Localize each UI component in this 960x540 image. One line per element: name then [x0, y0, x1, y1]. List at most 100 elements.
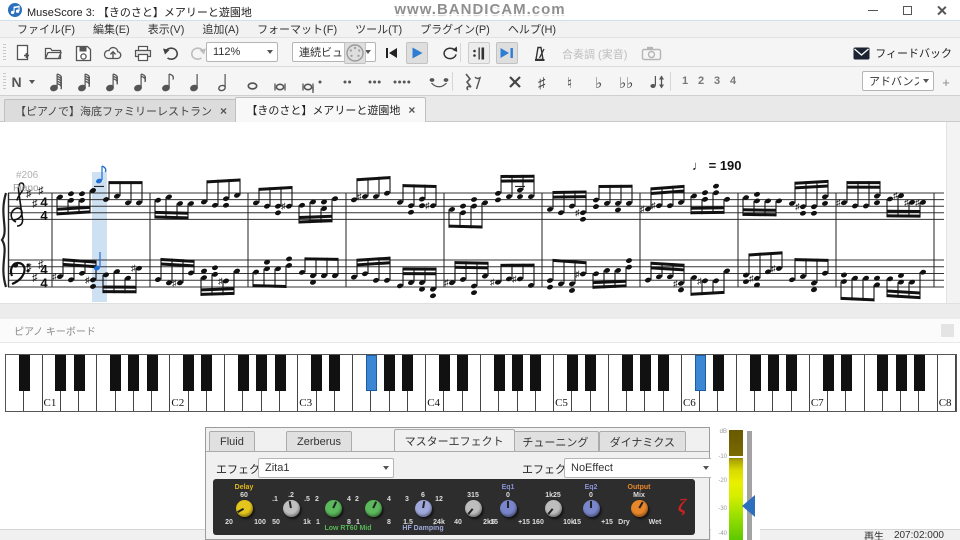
- tab-close-icon[interactable]: ×: [220, 104, 227, 118]
- piano-key-A#2[interactable]: [274, 355, 286, 391]
- duration-16th-icon[interactable]: [130, 71, 152, 93]
- piano-key-G#1[interactable]: [128, 355, 140, 391]
- toolbar-drag-handle[interactable]: [3, 73, 6, 90]
- flat-icon[interactable]: ♭: [588, 71, 610, 93]
- piano-key-F#5[interactable]: [621, 355, 633, 391]
- note-input-button[interactable]: N: [8, 71, 42, 93]
- effect-a-select[interactable]: Zita1: [258, 458, 394, 478]
- piano-key-D#5[interactable]: [585, 355, 597, 391]
- add-workspace-button[interactable]: +: [938, 71, 954, 93]
- menu-item[interactable]: ファイル(F): [8, 21, 84, 37]
- dry-wet-mix-knob[interactable]: [630, 500, 648, 517]
- piano-key-F#7[interactable]: [877, 355, 889, 391]
- volume-slider-handle[interactable]: [742, 495, 755, 517]
- voice-3-button[interactable]: 3: [710, 75, 724, 87]
- piano-key-D#6[interactable]: [713, 355, 724, 391]
- play-repeats-button[interactable]: [468, 42, 490, 64]
- print-icon[interactable]: [132, 42, 154, 64]
- augmentation-dot-1-icon[interactable]: [316, 71, 338, 93]
- menu-item[interactable]: ヘルプ(H): [499, 21, 565, 37]
- piano-key-A#1[interactable]: [146, 355, 158, 391]
- piano-key-C#7[interactable]: [822, 355, 834, 391]
- duration-64th-icon[interactable]: [74, 71, 96, 93]
- pan-score-button[interactable]: [496, 42, 518, 64]
- synth-tab[interactable]: ダイナミクス: [598, 431, 687, 451]
- duration-128th-icon[interactable]: [46, 71, 68, 93]
- delay-knob[interactable]: [235, 500, 253, 517]
- piano-key-G#6[interactable]: [767, 355, 779, 391]
- piano-key-G#7[interactable]: [895, 355, 907, 391]
- sharp-icon[interactable]: ♯: [532, 71, 554, 93]
- piano-key-G#5[interactable]: [639, 355, 651, 391]
- piano-key-C#5[interactable]: [566, 355, 578, 391]
- duration-eighth-icon[interactable]: [158, 71, 180, 93]
- loop-button[interactable]: [438, 42, 460, 64]
- piano-key-C#1[interactable]: [55, 355, 67, 391]
- voice-4-button[interactable]: 4: [726, 75, 740, 87]
- augmentation-dot-3-icon[interactable]: [366, 71, 388, 93]
- maximize-button[interactable]: [892, 0, 922, 20]
- workspace-select[interactable]: アドバンス: [862, 71, 934, 91]
- double-flat-icon[interactable]: ♭♭: [616, 71, 638, 93]
- metronome-button[interactable]: [528, 42, 550, 64]
- piano-key-G#3[interactable]: [384, 355, 396, 391]
- score-canvas[interactable]: ♯♯♯♯♯♯4444#206Piano♩ = 190♯ ♯♯♯ ♯♯♯♯♯ ♯ ♯♯♯♯…: [0, 122, 946, 303]
- zoom-select[interactable]: 112%: [206, 42, 278, 62]
- augmentation-dot-4-icon[interactable]: [391, 71, 413, 93]
- tab-close-icon[interactable]: ×: [408, 103, 415, 117]
- menu-item[interactable]: フォーマット(F): [248, 21, 346, 37]
- eq2-gain-knob[interactable]: [582, 500, 600, 517]
- hf-damping-knob[interactable]: [414, 500, 432, 517]
- piano-key-D#4[interactable]: [457, 355, 469, 391]
- piano-key-F#3[interactable]: [365, 355, 377, 391]
- piano-key-G#4[interactable]: [512, 355, 524, 391]
- piano-key-A#5[interactable]: [658, 355, 670, 391]
- document-tab[interactable]: 【ピアノで】海底ファミリーレストラン ×: [4, 99, 239, 122]
- feedback-button[interactable]: フィードバック: [853, 42, 952, 64]
- piano-key-D#3[interactable]: [329, 355, 341, 391]
- toolbar-drag-handle[interactable]: [3, 44, 6, 61]
- new-score-icon[interactable]: [12, 42, 34, 64]
- redo-icon[interactable]: [186, 42, 208, 64]
- duration-quarter-icon[interactable]: [186, 71, 208, 93]
- menu-item[interactable]: プラグイン(P): [411, 21, 499, 37]
- rewind-button[interactable]: [380, 42, 402, 64]
- menu-item[interactable]: 追加(A): [193, 21, 248, 37]
- piano-key-F#6[interactable]: [749, 355, 761, 391]
- undo-icon[interactable]: [160, 42, 182, 64]
- duration-whole-icon[interactable]: [242, 71, 264, 93]
- document-tab-active[interactable]: 【きのさと】メアリーと遊園地 ×: [235, 97, 427, 122]
- piano-key-D#2[interactable]: [201, 355, 213, 391]
- synth-tab[interactable]: チューニング: [511, 431, 600, 451]
- piano-key-C#3[interactable]: [311, 355, 323, 391]
- piano-key-F#1[interactable]: [110, 355, 122, 391]
- synth-tab[interactable]: Fluid: [209, 431, 255, 451]
- xover-freq-knob[interactable]: [282, 500, 300, 517]
- low-rt60-knob[interactable]: [324, 500, 342, 517]
- camera-icon[interactable]: [640, 42, 662, 64]
- voice-2-button[interactable]: 2: [694, 75, 708, 87]
- piano-key-A#4[interactable]: [530, 355, 542, 391]
- piano-key-D#1[interactable]: [73, 355, 85, 391]
- tie-icon[interactable]: [428, 71, 450, 93]
- concert-pitch-button[interactable]: 合奏調 (実音): [562, 46, 627, 62]
- piano-key-A#3[interactable]: [402, 355, 414, 391]
- menu-item[interactable]: 編集(E): [84, 21, 139, 37]
- mid-rt60-knob[interactable]: [364, 500, 382, 517]
- voice-1-button[interactable]: 1: [678, 75, 692, 87]
- piano-key-A#7[interactable]: [913, 355, 925, 391]
- minimize-button[interactable]: [858, 0, 888, 20]
- piano-key-A#6[interactable]: [786, 355, 798, 391]
- duration-breve-icon[interactable]: [270, 71, 292, 93]
- eq1-freq-knob[interactable]: [464, 500, 482, 517]
- natural-icon[interactable]: ♮: [560, 71, 582, 93]
- eq2-freq-knob[interactable]: [544, 500, 562, 517]
- synth-tab[interactable]: Zerberus: [286, 431, 353, 451]
- piano-key-F#2[interactable]: [238, 355, 249, 391]
- double-sharp-icon[interactable]: [504, 71, 526, 93]
- upload-cloud-icon[interactable]: [102, 42, 124, 64]
- piano-key-A#0[interactable]: [18, 355, 30, 391]
- volume-slider-track[interactable]: [747, 431, 752, 540]
- duration-half-icon[interactable]: [214, 71, 236, 93]
- piano-key-C8[interactable]: C8: [937, 355, 956, 411]
